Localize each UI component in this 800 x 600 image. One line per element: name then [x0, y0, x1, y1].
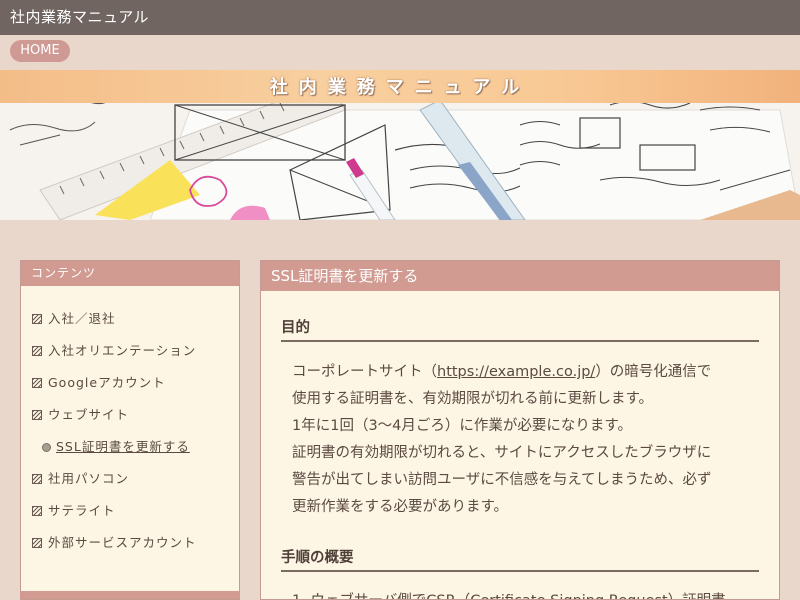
circle-bullet-icon: [42, 442, 51, 452]
sidebar-item-label: サテライト: [48, 503, 116, 518]
sidebar-title: コンテンツ: [21, 261, 239, 286]
sidebar-item-google-account[interactable]: Googleアカウント: [32, 373, 166, 393]
hatched-square-icon: [32, 506, 42, 516]
hatched-square-icon: [32, 346, 42, 356]
sidebar-item-website[interactable]: ウェブサイト: [32, 405, 129, 425]
sidebar: コンテンツ 入社／退社 入社オリエンテーション Googleアカウント ウェブサ…: [20, 260, 240, 600]
paragraph-line: 使用する証明書を、有効期限が切れる前に更新します。: [292, 391, 654, 407]
hatched-square-icon: [32, 378, 42, 388]
paragraph-line: 警告が出てしまい訪問ユーザに不信感を与えてしまうため、必ず: [292, 472, 712, 488]
hatched-square-icon: [32, 538, 42, 548]
sidebar-item-label: 入社／退社: [48, 311, 116, 326]
hatched-square-icon: [32, 410, 42, 420]
app-title-bar: 社内業務マニュアル: [0, 0, 800, 35]
sidebar-item-label: 外部サービスアカウント: [48, 535, 197, 550]
section-heading-overview: 手順の概要: [281, 546, 759, 572]
paragraph-line: 更新作業をする必要があります。: [292, 499, 509, 515]
step-item: 1. ウェブサーバ側でCSR（Certificate Signing Reque…: [292, 588, 767, 599]
corporate-site-link[interactable]: https://example.co.jp/: [437, 364, 595, 380]
paragraph-line: コーポレートサイト（https://example.co.jp/）の暗号化通信で: [292, 359, 767, 386]
banner-image: 社内業務マニュアル: [0, 70, 800, 220]
hatched-square-icon: [32, 314, 42, 324]
sidebar-item-label: 入社オリエンテーション: [48, 343, 197, 358]
section-heading-purpose: 目的: [281, 316, 759, 342]
sidebar-next-section-header: [20, 591, 240, 599]
paragraph-text: ）の暗号化通信で: [595, 364, 712, 380]
sidebar-item-company-pc[interactable]: 社用パソコン: [32, 469, 129, 489]
sidebar-item-label: ウェブサイト: [48, 407, 130, 422]
banner-title: 社内業務マニュアル: [269, 77, 531, 98]
hatched-square-icon: [32, 474, 42, 484]
sidebar-item-orientation[interactable]: 入社オリエンテーション: [32, 341, 196, 361]
paragraph-line: 証明書の有効期限が切れると、サイトにアクセスしたブラウザに: [292, 445, 712, 461]
main-article: SSL証明書を更新する 目的 コーポレートサイト（https://example…: [260, 260, 780, 600]
paragraph-line: 1年に1回（3〜4月ごろ）に作業が必要になります。: [292, 418, 632, 434]
sidebar-item-label: 社用パソコン: [48, 471, 130, 486]
sidebar-item-nyusha-taisha[interactable]: 入社／退社: [32, 309, 116, 329]
paragraph-text: コーポレートサイト（: [292, 364, 437, 380]
sidebar-item-label: SSL証明書を更新する: [56, 439, 190, 454]
sidebar-item-external-services[interactable]: 外部サービスアカウント: [32, 533, 197, 553]
app-title: 社内業務マニュアル: [10, 8, 150, 26]
home-button[interactable]: HOME: [10, 40, 70, 62]
article-title: SSL証明書を更新する: [261, 261, 779, 291]
sidebar-item-satellite[interactable]: サテライト: [32, 501, 116, 521]
sidebar-item-label: Googleアカウント: [48, 375, 166, 390]
sidebar-subitem-ssl-renew[interactable]: SSL証明書を更新する: [42, 437, 190, 457]
